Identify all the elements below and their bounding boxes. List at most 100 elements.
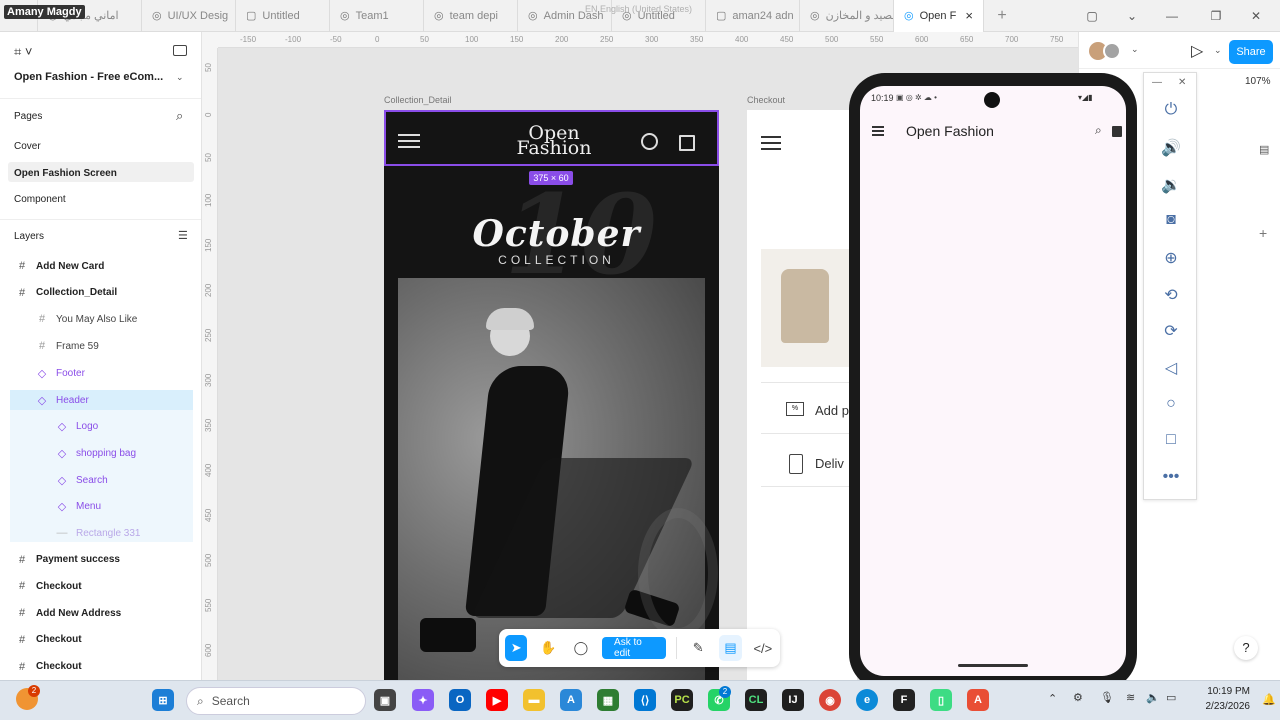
checkout-frame[interactable]: % Add p Deliv — [747, 110, 857, 680]
layer-row[interactable]: # You May Also Like — [36, 313, 137, 325]
toggle-sidebar-icon[interactable] — [173, 45, 187, 56]
chevron-down-icon[interactable]: ⌄ — [1131, 44, 1139, 55]
header-selection-box[interactable] — [384, 110, 719, 166]
chrome-icon[interactable]: ◉ — [819, 689, 841, 711]
phone-screen[interactable]: 10:19 ▣ ◎ ✲ ☁ • ▾◢▮ Open Fashion ⌕ — [860, 86, 1126, 676]
plus-icon[interactable]: + — [1259, 225, 1267, 241]
tab-3[interactable]: ▢ Untitled — [236, 0, 330, 32]
volume-icon[interactable]: 🔈 — [1146, 691, 1160, 704]
layer-row[interactable]: ◇ Header — [36, 394, 89, 407]
overview-icon[interactable]: □ — [1144, 431, 1198, 449]
intellij-icon[interactable]: IJ — [782, 689, 804, 711]
battery-icon[interactable]: ▭ — [1166, 691, 1176, 704]
figma-menu-icon[interactable]: ⌗ ˅ — [14, 44, 33, 60]
gesture-bar[interactable] — [958, 664, 1028, 667]
page-open-fashion[interactable]: Open Fashion Screen — [14, 168, 117, 179]
microphone-icon[interactable]: 🎙 — [1100, 691, 1114, 704]
copilot-icon[interactable]: ✦ — [412, 689, 434, 711]
tray-chevron-icon[interactable]: ⌃ — [1048, 692, 1057, 705]
zoom-icon[interactable]: ⊕ — [1144, 248, 1198, 268]
layer-row[interactable]: ◇ Logo — [56, 420, 98, 433]
tab-9[interactable]: ◎م الصيد و المخازن — [800, 0, 894, 32]
emulator-minimize-icon[interactable]: — — [1152, 77, 1162, 88]
layer-row[interactable]: # Collection_Detail — [16, 287, 117, 299]
layer-row[interactable]: # Frame 59 — [36, 340, 99, 352]
move-tool-icon[interactable]: ➤ — [505, 635, 528, 661]
volume-down-icon[interactable]: 🔉 — [1144, 175, 1198, 195]
avatar[interactable] — [1103, 42, 1121, 60]
windows-start-icon[interactable]: ⊞ — [152, 689, 174, 711]
pdf-icon[interactable]: A — [967, 689, 989, 711]
minimize-icon[interactable]: — — [1152, 0, 1192, 32]
layer-row[interactable]: ◇ Footer — [36, 367, 85, 380]
help-button[interactable]: ? — [1234, 636, 1258, 660]
layer-row[interactable]: ◇ Search — [56, 474, 108, 487]
clock-date[interactable]: 2/23/2026 — [1190, 701, 1251, 712]
menu-icon[interactable] — [872, 126, 884, 128]
figma-taskbar-icon[interactable]: F — [893, 689, 915, 711]
layer-row[interactable]: # Add New Address — [16, 607, 121, 619]
tab-list-icon[interactable]: ▢ — [1072, 0, 1112, 32]
new-tab-button[interactable]: + — [984, 0, 1020, 32]
zoom-level[interactable]: 107% — [1245, 76, 1271, 87]
layer-row[interactable]: # Checkout — [16, 580, 82, 592]
edge-icon[interactable]: e — [856, 689, 878, 711]
share-button[interactable]: Share — [1229, 40, 1273, 64]
chevron-down-icon[interactable]: ⌄ — [1112, 0, 1152, 32]
clock-time[interactable]: 10:19 PM — [1190, 686, 1250, 697]
rotate-right-icon[interactable]: ⟳ — [1144, 321, 1198, 341]
present-play-icon[interactable]: ▷ — [1191, 41, 1203, 61]
pycharm-icon[interactable]: PC — [671, 689, 693, 711]
more-icon[interactable]: ••• — [1144, 468, 1198, 486]
tab-2[interactable]: ◎ UI/UX Desig — [142, 0, 236, 32]
collection-detail-frame[interactable]: Open Fashion 10 October COLLECTION — [384, 110, 719, 680]
back-icon[interactable]: ◁ — [1144, 358, 1198, 378]
vscode-icon[interactable]: ⟨⟩ — [634, 689, 656, 711]
wifi-icon[interactable]: ≋ — [1126, 691, 1135, 704]
volume-up-icon[interactable]: 🔊 — [1144, 138, 1198, 158]
layers-sort-icon[interactable]: ☰ — [178, 229, 188, 242]
page-component[interactable]: Component — [14, 194, 66, 205]
clion-icon[interactable]: CL — [745, 689, 767, 711]
clipboard-icon[interactable]: ▤ — [1259, 143, 1269, 156]
layer-row[interactable]: # Checkout — [16, 661, 82, 673]
search-icon[interactable]: ⌕ — [176, 108, 183, 124]
comment-icon[interactable]: ◯ — [570, 635, 592, 661]
emulator-close-icon[interactable]: ✕ — [1178, 77, 1186, 88]
task-view-icon[interactable]: ▣ — [374, 689, 396, 711]
layer-row[interactable]: # Payment success — [16, 554, 120, 566]
frame-label-collection[interactable]: Collection_Detail — [384, 95, 452, 105]
outlook-icon[interactable]: O — [449, 689, 471, 711]
tab-8[interactable]: ▢ aman24 adn — [706, 0, 800, 32]
search-icon[interactable]: ⌕ — [1095, 123, 1102, 138]
layer-row[interactable]: ◇ shopping bag — [56, 447, 136, 460]
layer-row[interactable]: — Rectangle 331 — [56, 527, 141, 539]
hand-tool-icon[interactable]: ✋ — [537, 635, 559, 661]
menu-icon[interactable] — [761, 136, 781, 138]
file-explorer-icon[interactable]: ▬ — [523, 689, 545, 711]
restore-icon[interactable]: ❐ — [1196, 0, 1236, 32]
window-close-icon[interactable]: ✕ — [1236, 0, 1276, 32]
home-icon[interactable]: ○ — [1144, 395, 1198, 413]
tab-active[interactable]: ◎ Open F × — [894, 0, 984, 32]
chevron-down-icon[interactable]: ⌄ — [176, 72, 184, 83]
layer-row[interactable]: ◇ Menu — [56, 500, 101, 513]
camera-icon[interactable]: ◙ — [1144, 211, 1198, 229]
shopping-bag-icon[interactable] — [1112, 126, 1122, 137]
delivery-label[interactable]: Deliv — [815, 456, 844, 471]
file-name[interactable]: Open Fashion - Free eCom... — [14, 71, 163, 83]
design-mode-icon[interactable]: ▤ — [719, 635, 742, 661]
youtube-icon[interactable]: ▶ — [486, 689, 508, 711]
app-icon[interactable]: ▦ — [597, 689, 619, 711]
rotate-left-icon[interactable]: ⟲ — [1144, 285, 1198, 305]
tab-4[interactable]: ◎ Team1 — [330, 0, 424, 32]
power-icon[interactable]: ⏻ — [1144, 101, 1198, 119]
notification-bell-icon[interactable]: 🔔 — [1262, 693, 1276, 706]
layer-row[interactable]: # Checkout — [16, 634, 82, 646]
draw-tool-icon[interactable]: ✎ — [687, 635, 709, 661]
taskbar-search[interactable]: ⌕ Search — [186, 687, 366, 715]
close-icon[interactable]: × — [965, 8, 973, 23]
android-studio-icon[interactable]: ▯ — [930, 689, 952, 711]
chevron-down-icon[interactable]: ⌄ — [1214, 45, 1222, 56]
page-cover[interactable]: Cover — [14, 141, 41, 152]
